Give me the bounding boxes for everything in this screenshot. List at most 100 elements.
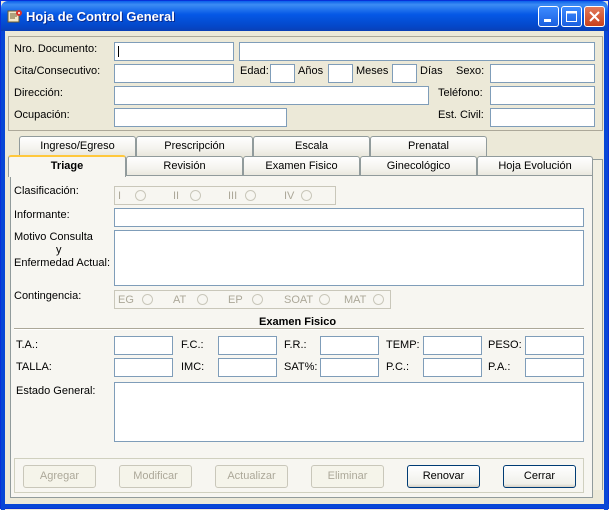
motivo-consulta-textarea[interactable] (114, 230, 584, 286)
anos-label: Años (298, 65, 324, 77)
examen-separator (14, 328, 584, 330)
temp-label: TEMP: (386, 339, 420, 351)
pa-label: P.A.: (488, 361, 511, 373)
clasificacion-label: Clasificación: (14, 185, 79, 197)
est-civil-field[interactable] (490, 108, 595, 127)
cont-mat-radio[interactable] (373, 294, 384, 305)
modificar-button[interactable]: Modificar (119, 465, 192, 488)
meses-label: Meses (356, 65, 389, 77)
temp-field[interactable] (423, 336, 482, 355)
clasif-ii-radio[interactable] (190, 190, 201, 201)
main-window: Hoja de Control General Nro. Documento: … (0, 0, 609, 510)
nro-documento-label: Nro. Documento: (14, 43, 98, 55)
edad-anos-field[interactable] (270, 64, 295, 83)
clasif-i-label: I (118, 190, 122, 202)
estado-general-label: Estado General: (16, 385, 96, 397)
motivo-label-3: Enfermedad Actual: (14, 257, 111, 269)
clasif-iii-label: III (228, 190, 238, 202)
informante-label: Informante: (14, 209, 70, 221)
close-window-button[interactable] (584, 6, 605, 27)
ta-label: T.A.: (16, 339, 39, 351)
maximize-button[interactable] (561, 6, 582, 27)
ocupacion-label: Ocupación: (14, 109, 70, 121)
cont-ep-label: EP (228, 294, 243, 306)
edad-dias-field[interactable] (392, 64, 417, 83)
actualizar-button[interactable]: Actualizar (215, 465, 288, 488)
tab-revision[interactable]: Revisión (126, 156, 243, 176)
talla-label: TALLA: (16, 361, 52, 373)
clasif-ii-label: II (173, 190, 180, 202)
cita-label: Cita/Consecutivo: (14, 65, 101, 77)
tab-escala[interactable]: Escala (253, 136, 370, 156)
estado-general-textarea[interactable] (114, 382, 584, 442)
maximize-icon (566, 11, 577, 22)
button-group (14, 458, 584, 493)
sexo-field[interactable] (490, 64, 595, 83)
window-frame-bottom (1, 504, 609, 508)
cont-eg-label: EG (118, 294, 134, 306)
renovar-button[interactable]: Renovar (407, 465, 480, 488)
motivo-label-1: Motivo Consulta (14, 231, 93, 243)
fc-label: F.C.: (181, 339, 204, 351)
tab-triage[interactable]: Triage (8, 155, 126, 177)
cont-eg-radio[interactable] (142, 294, 153, 305)
dias-label: Días (420, 65, 443, 77)
document-type-field[interactable] (114, 42, 234, 61)
ta-field[interactable] (114, 336, 173, 355)
talla-field[interactable] (114, 358, 173, 377)
telefono-field[interactable] (490, 86, 595, 105)
clasif-i-radio[interactable] (135, 190, 146, 201)
cont-soat-radio[interactable] (319, 294, 330, 305)
pa-field[interactable] (525, 358, 584, 377)
edad-meses-field[interactable] (328, 64, 353, 83)
pc-field[interactable] (423, 358, 482, 377)
tab-hoja-evolucion[interactable]: Hoja Evolución (477, 156, 593, 176)
clasif-iv-radio[interactable] (301, 190, 312, 201)
minimize-button[interactable] (538, 6, 559, 27)
cont-at-label: AT (173, 294, 187, 306)
cont-ep-radio[interactable] (252, 294, 263, 305)
clasif-iii-radio[interactable] (245, 190, 256, 201)
imc-label: IMC: (181, 361, 205, 373)
agregar-button[interactable]: Agregar (23, 465, 96, 488)
tab-ingreso-egreso[interactable]: Ingreso/Egreso (19, 136, 136, 156)
fr-field[interactable] (320, 336, 379, 355)
tab-prenatal[interactable]: Prenatal (370, 136, 487, 156)
fc-field[interactable] (218, 336, 277, 355)
cita-field[interactable] (114, 64, 234, 83)
fr-label: F.R.: (284, 339, 307, 351)
tab-examen-fisico[interactable]: Examen Fisico (243, 156, 360, 176)
sat-label: SAT%: (284, 361, 318, 373)
sat-field[interactable] (320, 358, 379, 377)
sexo-label: Sexo: (456, 65, 485, 77)
tab-prescripcion[interactable]: Prescripción (136, 136, 253, 156)
cont-at-radio[interactable] (197, 294, 208, 305)
peso-field[interactable] (525, 336, 584, 355)
cerrar-button[interactable]: Cerrar (503, 465, 576, 488)
window-frame-right (604, 31, 608, 510)
title-bar[interactable]: Hoja de Control General (1, 1, 608, 31)
direccion-label: Dirección: (14, 87, 63, 99)
edad-label: Edad: (240, 65, 269, 77)
motivo-label-2: y (56, 244, 62, 256)
minimize-icon (544, 19, 551, 22)
window-frame-left (1, 31, 5, 510)
examen-fisico-title: Examen Fisico (256, 316, 340, 328)
direccion-field[interactable] (114, 86, 429, 105)
document-number-field[interactable] (239, 42, 595, 61)
telefono-label: Teléfono: (438, 87, 483, 99)
peso-label: PESO: (488, 339, 522, 351)
cont-soat-label: SOAT (284, 294, 314, 306)
ocupacion-field[interactable] (114, 108, 287, 127)
app-icon (7, 10, 22, 23)
informante-field[interactable] (114, 208, 584, 227)
tab-ginecologico[interactable]: Ginecológico (360, 156, 477, 176)
cont-mat-label: MAT (344, 294, 367, 306)
window-title: Hoja de Control General (26, 9, 175, 24)
eliminar-button[interactable]: Eliminar (311, 465, 384, 488)
close-icon (589, 11, 600, 22)
clasif-iv-label: IV (284, 190, 295, 202)
est-civil-label: Est. Civil: (438, 109, 484, 121)
pc-label: P.C.: (386, 361, 410, 373)
imc-field[interactable] (218, 358, 277, 377)
